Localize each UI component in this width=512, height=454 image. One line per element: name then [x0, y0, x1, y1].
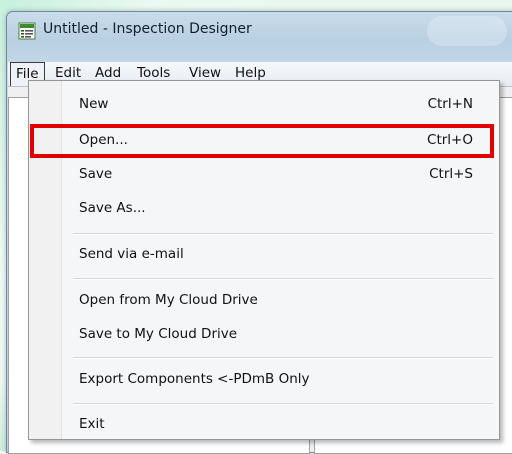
menu-item-open-cloud[interactable]: Open from My Cloud Drive	[31, 287, 495, 314]
menu-item-label: Save As...	[79, 200, 146, 216]
menu-separator	[73, 278, 493, 280]
menu-item-open[interactable]: Open... Ctrl+O	[31, 127, 495, 154]
menu-item-save-as[interactable]: Save As...	[31, 195, 495, 222]
menu-item-export-components[interactable]: Export Components <-PDmB Only	[31, 366, 495, 393]
menu-item-save-cloud[interactable]: Save to My Cloud Drive	[31, 321, 495, 348]
app-icon	[18, 22, 36, 40]
menu-separator	[73, 233, 493, 235]
menu-item-shortcut: Ctrl+N	[427, 96, 473, 112]
menu-item-label: Exit	[79, 416, 105, 432]
menu-separator	[73, 357, 493, 359]
menu-item-label: Save	[79, 166, 113, 182]
menu-item-shortcut: Ctrl+S	[429, 166, 473, 182]
menu-item-label: Export Components <-PDmB Only	[79, 371, 310, 387]
title-glow	[427, 16, 507, 46]
menu-item-send-email[interactable]: Send via e-mail	[31, 241, 495, 268]
file-menu-dropdown: New Ctrl+N Open... Ctrl+O Save Ctrl+S Sa…	[28, 80, 500, 440]
window-title: Untitled - Inspection Designer	[43, 21, 252, 37]
menu-item-label: New	[79, 96, 109, 112]
menu-item-label: Send via e-mail	[79, 246, 184, 262]
menu-item-label: Open...	[79, 132, 128, 148]
menu-item-shortcut: Ctrl+O	[427, 132, 473, 148]
menu-item-new[interactable]: New Ctrl+N	[31, 91, 495, 118]
menu-item-label: Save to My Cloud Drive	[79, 326, 238, 342]
menu-item-label: Open from My Cloud Drive	[79, 292, 258, 308]
title-bar[interactable]: Untitled - Inspection Designer	[7, 12, 512, 48]
menu-item-save[interactable]: Save Ctrl+S	[31, 161, 495, 188]
menu-item-exit[interactable]: Exit	[31, 411, 495, 438]
menu-separator	[73, 403, 493, 405]
